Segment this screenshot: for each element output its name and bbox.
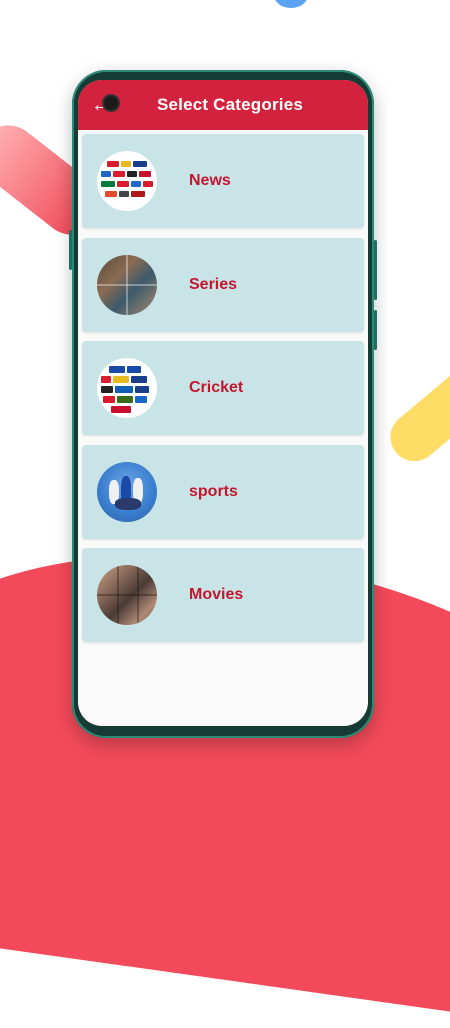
app-screen: ← Select Categories News Series Cricket …: [78, 80, 368, 726]
series-thumbnail: [97, 254, 157, 315]
phone-side-button: [374, 310, 377, 350]
category-card-news[interactable]: News: [82, 134, 364, 228]
decorative-yellow-stroke: [380, 357, 450, 471]
category-list: News Series Cricket sports Movies: [78, 130, 368, 642]
decorative-blue-dot: [274, 0, 308, 8]
news-thumbnail: [97, 151, 157, 211]
category-card-series[interactable]: Series: [82, 237, 364, 332]
category-card-movies[interactable]: Movies: [82, 548, 364, 642]
category-card-sports[interactable]: sports: [82, 444, 364, 539]
phone-side-button: [69, 230, 72, 270]
category-card-cricket[interactable]: Cricket: [82, 341, 364, 435]
category-label: Cricket: [189, 379, 244, 396]
category-label: Movies: [189, 586, 244, 603]
category-label: Series: [189, 275, 238, 293]
phone-side-button: [374, 240, 377, 300]
app-bar: ← Select Categories: [78, 80, 368, 130]
category-label: News: [189, 172, 231, 189]
category-label: sports: [189, 482, 238, 500]
cricket-thumbnail: [97, 358, 157, 418]
movies-thumbnail: [97, 565, 157, 625]
sports-thumbnail: [97, 461, 157, 522]
page-title: Select Categories: [156, 95, 304, 114]
front-camera: [102, 94, 120, 112]
